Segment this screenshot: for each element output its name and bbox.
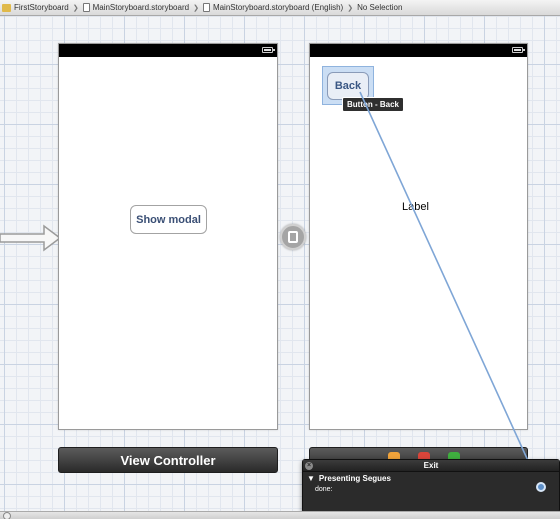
exit-action-done[interactable]: done:	[303, 485, 559, 494]
breadcrumb-item-selection[interactable]: No Selection	[357, 3, 402, 12]
disclosure-triangle-icon[interactable]: ▼	[307, 474, 315, 483]
breadcrumb-label: No Selection	[357, 3, 403, 12]
chevron-right-icon: ❯	[347, 4, 354, 12]
view-controller-dock[interactable]: View Controller	[58, 447, 278, 473]
breadcrumb: FirstStoryboard ❯ MainStoryboard.storybo…	[0, 0, 560, 16]
modal-segue-icon[interactable]	[280, 224, 306, 250]
back-button[interactable]: Back	[327, 72, 369, 100]
zoom-icon[interactable]	[3, 512, 11, 519]
folder-icon	[2, 3, 11, 12]
initial-scene-arrow-icon	[0, 224, 62, 252]
breadcrumb-item-storyboard[interactable]: MainStoryboard.storyboard	[82, 3, 190, 12]
breadcrumb-label: FirstStoryboard	[14, 3, 69, 12]
chevron-right-icon: ❯	[193, 4, 199, 12]
storyboard-file-icon	[202, 3, 210, 12]
exit-panel-header: × Exit	[303, 460, 559, 472]
exit-panel: × Exit ▼ Presenting Segues done:	[302, 459, 560, 513]
exit-panel-title: Exit	[423, 461, 439, 470]
dock-title: View Controller	[120, 452, 216, 468]
exit-action-label: done:	[315, 486, 333, 493]
presenting-segues-section[interactable]: ▼ Presenting Segues	[303, 472, 559, 485]
breadcrumb-item-project[interactable]: FirstStoryboard	[2, 3, 69, 12]
section-title: Presenting Segues	[318, 474, 391, 483]
canvas-bottom-bar	[0, 511, 560, 519]
close-icon[interactable]: ×	[305, 462, 313, 470]
label[interactable]: Label	[402, 201, 429, 213]
segue-glyph	[288, 231, 298, 243]
breadcrumb-label: MainStoryboard.storyboard (English)	[212, 3, 344, 12]
battery-icon	[512, 47, 525, 53]
view-controller-scene[interactable]	[58, 43, 278, 430]
show-modal-button[interactable]: Show modal	[130, 205, 207, 234]
breadcrumb-label: MainStoryboard.storyboard	[92, 3, 190, 12]
chevron-right-icon: ❯	[72, 4, 79, 12]
status-bar	[310, 44, 527, 57]
storyboard-file-icon	[82, 3, 90, 12]
battery-icon	[262, 47, 275, 53]
status-bar	[59, 44, 277, 57]
breadcrumb-item-storyboard-english[interactable]: MainStoryboard.storyboard (English)	[202, 3, 344, 12]
connection-target-icon[interactable]	[536, 482, 546, 492]
connection-tooltip: Button - Back	[342, 97, 404, 112]
